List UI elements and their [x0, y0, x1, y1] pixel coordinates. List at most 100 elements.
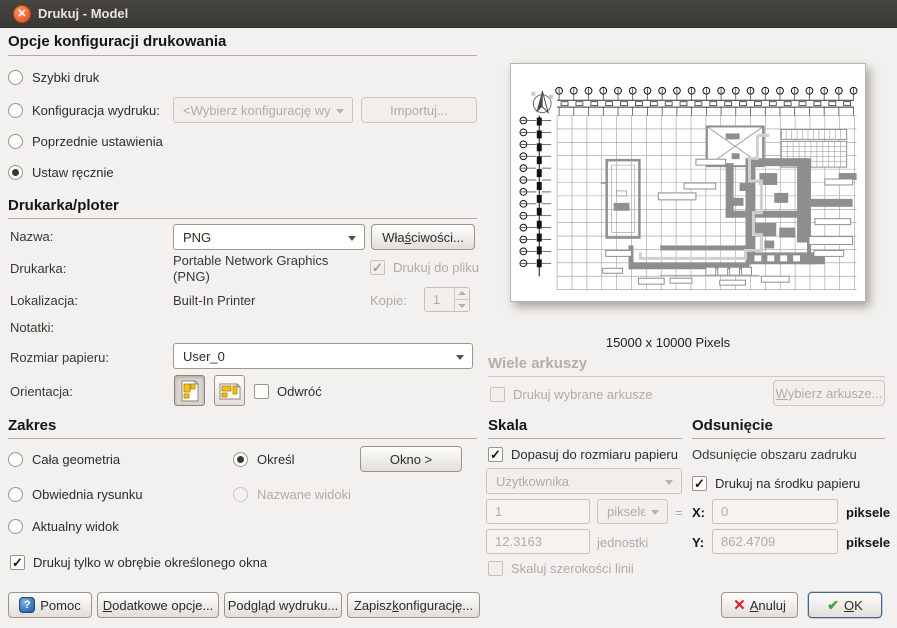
window-select-button[interactable]: Okno >	[360, 446, 462, 472]
preview-size-text: 15000 x 10000 Pixels	[490, 335, 846, 350]
scale-value2-input: 12.3163	[486, 529, 590, 554]
radio-icon[interactable]	[8, 487, 23, 502]
print-config-dropdown: <Wybierz konfigurację wyc	[173, 97, 353, 123]
orientation-landscape-button[interactable]	[214, 375, 245, 406]
location-label: Lokalizacja:	[10, 293, 78, 308]
checkbox-label: Drukuj tylko w obrębie określonego okna	[33, 555, 267, 570]
print-only-window-checkbox[interactable]: Drukuj tylko w obrębie określonego okna	[10, 554, 267, 571]
scale-unit-dropdown: piksele	[597, 499, 668, 524]
name-label: Nazwa:	[10, 229, 53, 244]
section-title-printer: Drukarka/ploter	[8, 197, 119, 214]
paper-size-label: Rozmiar papieru:	[10, 350, 109, 365]
radio-label: Konfiguracja wydruku:	[32, 103, 160, 118]
title-bar: ✕ Drukuj - Model	[0, 0, 897, 28]
help-button[interactable]: ? Pomoc	[8, 592, 92, 618]
radio-icon[interactable]	[8, 452, 23, 467]
orientation-portrait-button[interactable]	[174, 375, 205, 406]
offset-x-input: 0	[712, 499, 838, 524]
ok-button[interactable]: ✔ OK	[808, 592, 882, 618]
arrow-down-icon	[458, 304, 466, 308]
input-value: 0	[721, 504, 728, 519]
additional-options-button[interactable]: Dodatkowe opcje...	[97, 592, 219, 618]
fit-to-paper-checkbox[interactable]: Dopasuj do rozmiaru papieru	[488, 446, 678, 463]
chevron-down-icon	[348, 236, 356, 241]
checkbox-label: Drukuj wybrane arkusze	[513, 387, 652, 402]
close-icon[interactable]: ✕	[13, 5, 31, 23]
import-button: Importuj...	[361, 97, 477, 123]
radio-specify[interactable]: Określ	[233, 450, 295, 468]
radio-previous-settings[interactable]: Poprzednie ustawienia	[8, 132, 163, 150]
properties-button[interactable]: Właściwości...	[371, 224, 475, 250]
section-title-scale: Skala	[488, 417, 527, 434]
orientation-label: Orientacja:	[10, 384, 73, 399]
checkbox-checked-icon[interactable]	[488, 447, 503, 462]
dropdown-value: User_0	[183, 349, 225, 364]
radio-label: Nazwane widoki	[257, 487, 351, 502]
radio-drawing-boundary[interactable]: Obwiednia rysunku	[8, 485, 143, 503]
radio-icon[interactable]	[8, 70, 23, 85]
paper-size-dropdown[interactable]: User_0	[173, 343, 473, 369]
checkbox-checked-icon[interactable]	[692, 476, 707, 491]
divider	[8, 55, 477, 56]
radio-all-geometry[interactable]: Cała geometria	[8, 450, 120, 468]
printer-name-dropdown[interactable]: PNG	[173, 224, 365, 250]
copies-label: Kopie:	[370, 293, 407, 308]
section-title-print-config: Opcje konfiguracji drukowania	[8, 33, 226, 50]
portrait-icon	[180, 380, 200, 402]
radio-label: Cała geometria	[32, 452, 120, 467]
radio-icon[interactable]	[8, 519, 23, 534]
printer-label: Drukarka:	[10, 261, 66, 276]
section-title-offset: Odsunięcie	[692, 417, 773, 434]
offset-subtitle: Odsunięcie obszaru zadruku	[692, 447, 857, 462]
save-config-button[interactable]: Zapisz konfigurację...	[347, 592, 480, 618]
x-unit-label: piksele	[846, 505, 890, 520]
checkbox-checked-icon[interactable]	[10, 555, 25, 570]
chevron-down-icon	[665, 480, 673, 485]
scale-value1-input: 1	[486, 499, 590, 524]
copies-value: 1	[433, 292, 440, 307]
checkbox-icon	[490, 387, 505, 402]
radio-icon-selected[interactable]	[233, 452, 248, 467]
radio-label: Poprzednie ustawienia	[32, 134, 163, 149]
radio-icon[interactable]	[8, 134, 23, 149]
radio-label: Aktualny widok	[32, 519, 119, 534]
invert-checkbox[interactable]: Odwróć	[254, 383, 322, 400]
radio-current-view[interactable]: Aktualny widok	[8, 517, 119, 535]
y-unit-label: piksele	[846, 535, 890, 550]
divider	[488, 438, 682, 439]
divider	[488, 376, 885, 377]
landscape-icon	[219, 381, 241, 401]
divider	[692, 438, 885, 439]
chevron-down-icon	[651, 510, 659, 515]
location-value: Built-In Printer	[173, 293, 255, 308]
checkbox-label: Odwróć	[277, 384, 322, 399]
cancel-x-icon: ✕	[733, 596, 746, 614]
offset-y-input: 862.4709	[712, 529, 838, 554]
dropdown-value: piksele	[607, 504, 645, 519]
chevron-down-icon	[456, 355, 464, 360]
checkbox-checked-icon	[370, 260, 385, 275]
cancel-button[interactable]: ✕ Anuluj	[721, 592, 798, 618]
checkbox-icon[interactable]	[254, 384, 269, 399]
units-label: jednostki	[597, 535, 648, 550]
print-preview-button[interactable]: Podgląd wydruku...	[224, 592, 342, 618]
radio-print-config[interactable]: Konfiguracja wydruku:	[8, 101, 160, 119]
equals-sign: =	[675, 505, 683, 520]
radio-label: Obwiednia rysunku	[32, 487, 143, 502]
radio-named-views: Nazwane widoki	[233, 485, 351, 503]
section-title-range: Zakres	[8, 417, 56, 434]
radio-icon-selected[interactable]	[8, 165, 23, 180]
button-label: Pomoc	[40, 598, 80, 613]
help-icon: ?	[19, 597, 35, 613]
button-label: OK	[844, 598, 863, 613]
printer-value-line1: Portable Network Graphics	[173, 253, 328, 268]
radio-manual[interactable]: Ustaw ręcznie	[8, 163, 114, 181]
radio-icon[interactable]	[8, 103, 23, 118]
center-on-paper-checkbox[interactable]: Drukuj na środku papieru	[692, 475, 860, 492]
dropdown-value: <Wybierz konfigurację wyc	[183, 103, 330, 118]
radio-quick-print[interactable]: Szybki druk	[8, 68, 99, 86]
window-title: Drukuj - Model	[38, 6, 128, 21]
scale-type-dropdown: Użytkownika	[486, 468, 682, 494]
radio-icon	[233, 487, 248, 502]
printer-value-line2: (PNG)	[173, 269, 210, 284]
